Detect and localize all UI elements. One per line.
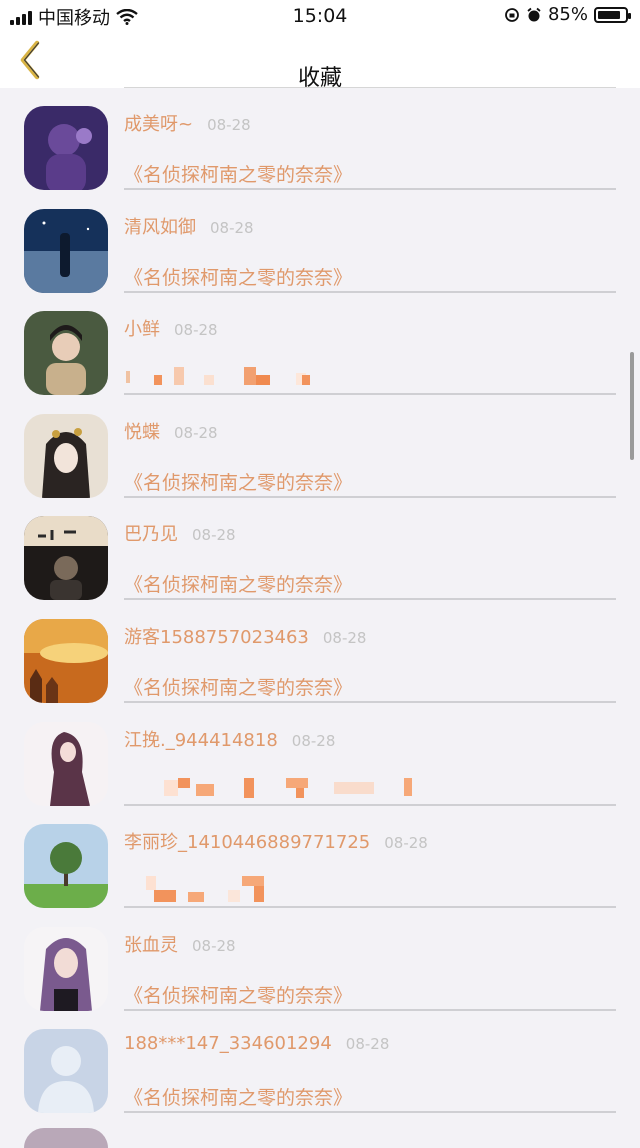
next-item-avatar[interactable] <box>24 1128 108 1148</box>
battery-percent: 85% <box>547 4 588 25</box>
date-label: 08-28 <box>384 834 428 853</box>
user-name[interactable]: 小鲜 <box>124 315 160 341</box>
user-name[interactable]: 悦蝶 <box>124 418 160 444</box>
scrollbar[interactable] <box>630 352 634 460</box>
list-item[interactable]: 清风如御 08-28 《名侦探柯南之零的奈奈》 <box>0 191 640 294</box>
costume-girl-avatar[interactable] <box>24 311 108 396</box>
favorite-title[interactable]: 《名侦探柯南之零的奈奈》 <box>124 160 352 187</box>
anime-girl-purple-avatar[interactable] <box>24 106 108 190</box>
orientation-lock-icon <box>505 7 519 22</box>
battery-fill <box>598 10 621 19</box>
alarm-icon <box>527 7 541 21</box>
ancient-style-girl-avatar[interactable] <box>24 413 108 498</box>
movie-scene-avatar[interactable] <box>24 516 108 601</box>
user-name[interactable]: 188***147_334601294 <box>124 1033 332 1054</box>
status-right: 85% <box>504 4 631 25</box>
user-name[interactable]: 清风如御 <box>124 213 196 239</box>
favorite-title[interactable]: 《名侦探柯南之零的奈奈》 <box>124 570 352 597</box>
row-divider <box>124 1111 616 1114</box>
favorite-title[interactable]: 《名侦探柯南之零的奈奈》 <box>124 1083 352 1110</box>
list-item[interactable]: 成美呀~ 08-28 《名侦探柯南之零的奈奈》 <box>0 88 640 191</box>
date-label: 08-28 <box>291 731 336 750</box>
user-name[interactable]: 成美呀~ <box>124 110 193 136</box>
list-item[interactable]: 巴乃见 08-28 《名侦探柯南之零的奈奈》 <box>0 498 640 601</box>
date-label: 08-28 <box>345 1035 390 1054</box>
list-item[interactable]: 李丽珍_1410446889771725 08-28 <box>0 806 640 909</box>
date-label: 08-28 <box>192 936 236 955</box>
default-user-avatar[interactable] <box>24 1029 108 1114</box>
list-item[interactable]: 江挽._944414818 08-28 <box>0 704 640 807</box>
user-name[interactable]: 李丽珍_1410446889771725 <box>124 828 370 854</box>
date-label: 08-28 <box>174 321 218 340</box>
pixelated-title[interactable] <box>124 774 624 800</box>
favorite-title[interactable]: 《名侦探柯南之零的奈奈》 <box>124 263 352 290</box>
status-bar: 中国移动 15:04 85% <box>0 0 640 32</box>
purple-hair-girl-avatar[interactable] <box>24 926 108 1011</box>
list-item[interactable]: 游客1588757023463 08-28 《名侦探柯南之零的奈奈》 <box>0 601 640 704</box>
favorite-title[interactable]: 《名侦探柯南之零的奈奈》 <box>124 981 352 1008</box>
list-item[interactable]: 188***147_334601294 08-28 《名侦探柯南之零的奈奈》 <box>0 1011 640 1114</box>
night-sky-girl-avatar[interactable] <box>24 208 108 293</box>
date-label: 08-28 <box>207 116 251 134</box>
favorite-title[interactable]: 《名侦探柯南之零的奈奈》 <box>124 673 352 700</box>
date-label: 08-28 <box>174 423 218 442</box>
date-label: 08-28 <box>210 218 254 237</box>
anime-long-hair-avatar[interactable] <box>24 721 108 806</box>
nav-bar: 收藏 <box>0 32 640 91</box>
list-item[interactable]: 小鲜 08-28 <box>0 293 640 396</box>
user-name[interactable]: 巴乃见 <box>124 520 178 546</box>
tree-landscape-avatar[interactable] <box>24 824 108 909</box>
favorite-title[interactable]: 《名侦探柯南之零的奈奈》 <box>124 468 352 495</box>
user-name[interactable]: 张血灵 <box>124 931 178 957</box>
pixelated-title[interactable] <box>124 363 624 389</box>
battery-icon <box>594 6 631 23</box>
date-label: 08-28 <box>192 526 236 545</box>
favorites-list[interactable]: 成美呀~ 08-28 《名侦探柯南之零的奈奈》 清风如御 08-28 《名侦探柯南之… <box>0 88 640 1114</box>
list-item[interactable]: 悦蝶 08-28 《名侦探柯南之零的奈奈》 <box>0 396 640 499</box>
pixelated-title[interactable] <box>124 876 624 903</box>
date-label: 08-28 <box>322 628 367 647</box>
user-name[interactable]: 江挽._944414818 <box>124 726 278 752</box>
sunset-castle-avatar[interactable] <box>24 618 108 703</box>
user-name[interactable]: 游客1588757023463 <box>124 623 309 649</box>
list-item[interactable]: 张血灵 08-28 《名侦探柯南之零的奈奈》 <box>0 909 640 1012</box>
